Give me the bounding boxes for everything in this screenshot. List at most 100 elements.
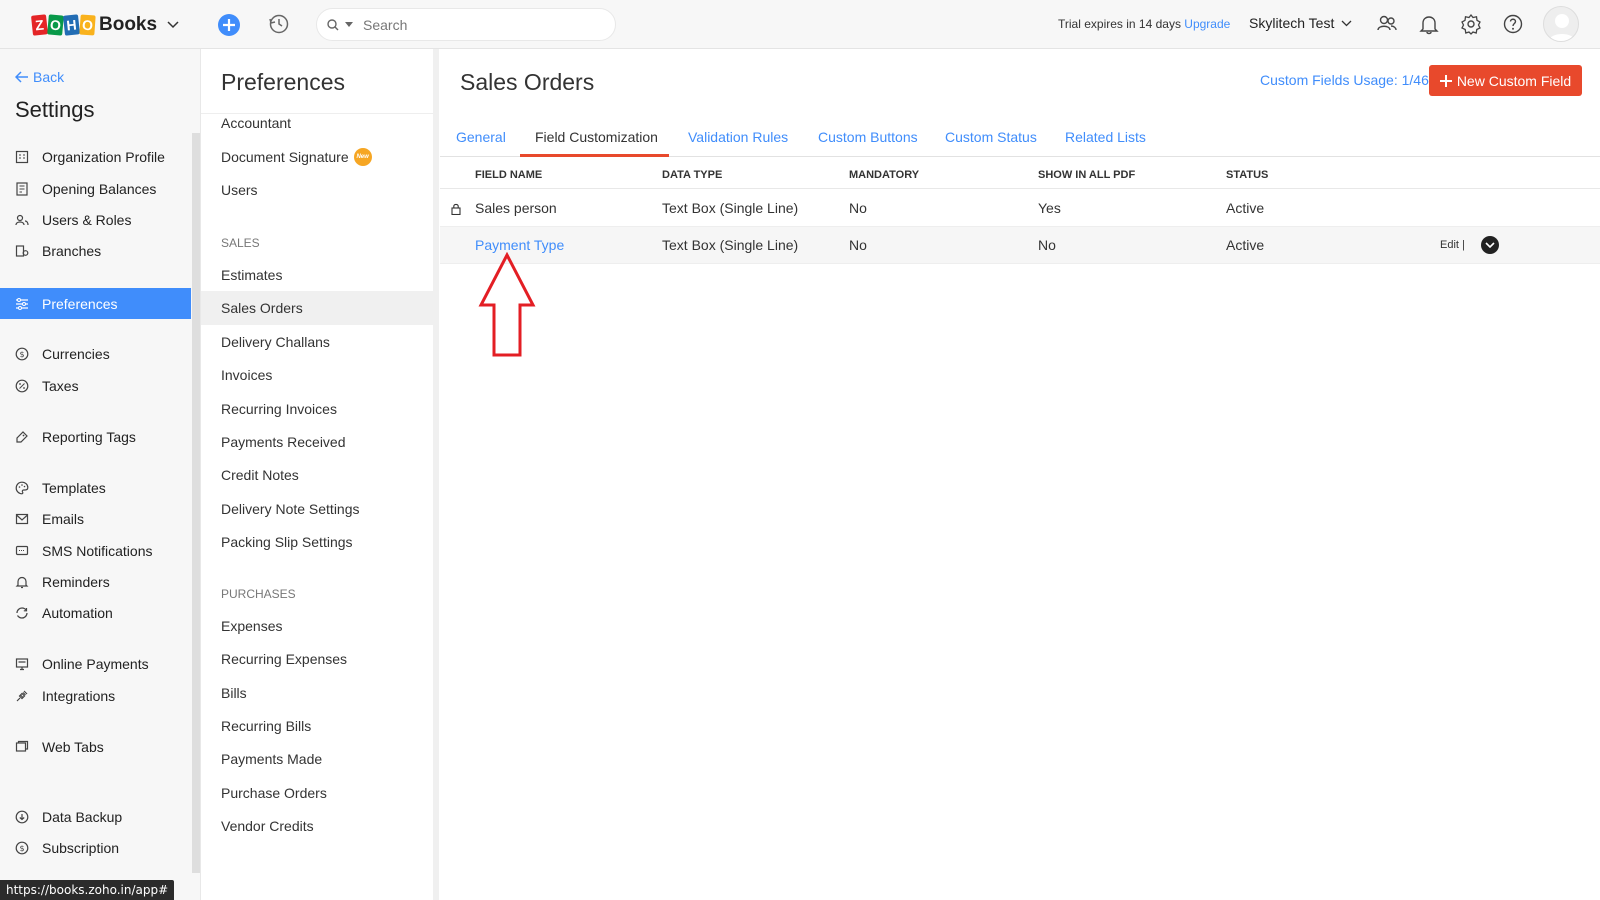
pref-item-document-signature[interactable]: Document Signature New — [201, 140, 433, 174]
pref-item-users[interactable]: Users — [201, 173, 433, 207]
sidebar-item-currencies[interactable]: $ Currencies — [0, 338, 191, 369]
sidebar-item-sms-notifications[interactable]: SMS Notifications — [0, 535, 191, 566]
lock-icon — [451, 203, 461, 215]
pref-item-label: Delivery Challans — [221, 334, 330, 350]
help-icon[interactable] — [1502, 13, 1524, 35]
chevron-down-icon[interactable] — [167, 21, 179, 29]
sidebar-item-reporting-tags[interactable]: Reporting Tags — [0, 421, 191, 452]
pref-item-recurring-expenses[interactable]: Recurring Expenses — [201, 642, 433, 676]
sidebar-item-organization-profile[interactable]: Organization Profile — [0, 141, 191, 172]
tab-custom-buttons[interactable]: Custom Buttons — [818, 129, 918, 145]
sidebar-item-data-backup[interactable]: Data Backup — [0, 801, 191, 832]
pref-item-purchase-orders[interactable]: Purchase Orders — [201, 776, 433, 810]
sidebar-item-automation[interactable]: Automation — [0, 597, 191, 628]
pref-item-recurring-invoices[interactable]: Recurring Invoices — [201, 392, 433, 426]
column-header-field-name[interactable]: FIELD NAME — [475, 169, 542, 181]
zoho-logo-mark: Z O H O — [30, 14, 96, 36]
chevron-down-icon — [1485, 242, 1495, 248]
column-header-mandatory[interactable]: MANDATORY — [849, 169, 919, 181]
pref-item-delivery-challans[interactable]: Delivery Challans — [201, 325, 433, 359]
sidebar-item-preferences[interactable]: Preferences — [0, 288, 191, 319]
pref-item-label: Payments Received — [221, 434, 346, 450]
cell-mandatory: No — [849, 200, 867, 216]
zoho-books-logo[interactable]: Z O H O Books — [30, 12, 179, 38]
row-actions-button[interactable] — [1481, 236, 1499, 254]
pref-item-recurring-bills[interactable]: Recurring Bills — [201, 709, 433, 743]
new-badge: New — [353, 148, 372, 166]
sidebar-item-subscription[interactable]: $ Subscription — [0, 832, 191, 863]
table-row[interactable]: Payment Type Text Box (Single Line) No N… — [440, 227, 1600, 264]
pref-item-bills[interactable]: Bills — [201, 676, 433, 710]
back-link[interactable]: Back — [15, 69, 64, 85]
gear-icon[interactable] — [1460, 13, 1482, 35]
trial-text: Trial expires in 14 days — [1058, 17, 1181, 31]
org-name: Skylitech Test — [1249, 15, 1335, 31]
sidebar-item-branches[interactable]: Branches — [0, 235, 191, 266]
preferences-scrollbar[interactable] — [433, 49, 439, 900]
sidebar-item-integrations[interactable]: Integrations — [0, 680, 191, 711]
active-tab-indicator — [520, 154, 669, 157]
sliders-icon — [14, 296, 30, 312]
sidebar-item-label: Templates — [42, 479, 106, 496]
sidebar-item-label: Data Backup — [42, 808, 123, 825]
upgrade-link[interactable]: Upgrade — [1184, 17, 1230, 31]
cell-show-in-pdf: No — [1038, 237, 1056, 253]
custom-fields-usage-link[interactable]: Custom Fields Usage: 1/46 — [1260, 72, 1429, 88]
plus-icon — [1439, 74, 1452, 87]
cell-field-name-link[interactable]: Payment Type — [475, 237, 564, 253]
tab-field-customization[interactable]: Field Customization — [535, 129, 658, 145]
organization-switcher[interactable]: Skylitech Test — [1249, 15, 1352, 31]
sidebar-item-users-roles[interactable]: Users & Roles — [0, 204, 191, 235]
search-filter-caret-icon[interactable] — [345, 22, 353, 27]
sidebar-scrollbar[interactable] — [192, 133, 200, 873]
plus-icon — [223, 19, 235, 31]
back-label: Back — [33, 69, 65, 85]
new-custom-field-label: New Custom Field — [1456, 72, 1572, 89]
tag-icon — [14, 429, 30, 445]
sidebar-item-taxes[interactable]: Taxes — [0, 370, 191, 401]
pref-item-expenses[interactable]: Expenses — [201, 609, 433, 643]
sidebar-item-online-payments[interactable]: Online Payments — [0, 648, 191, 679]
building-icon — [14, 149, 30, 165]
pref-item-delivery-note-settings[interactable]: Delivery Note Settings — [201, 492, 433, 526]
sidebar-item-web-tabs[interactable]: Web Tabs — [0, 731, 191, 762]
sidebar-item-emails[interactable]: Emails — [0, 503, 191, 534]
tab-custom-status[interactable]: Custom Status — [945, 129, 1037, 145]
new-custom-field-button[interactable]: New Custom Field — [1429, 65, 1582, 96]
table-row[interactable]: Sales person Text Box (Single Line) No Y… — [440, 190, 1600, 227]
search-box[interactable] — [316, 8, 616, 41]
pref-item-accountant[interactable]: Accountant — [201, 106, 433, 140]
tab-validation-rules[interactable]: Validation Rules — [688, 129, 788, 145]
pref-item-invoices[interactable]: Invoices — [201, 358, 433, 392]
column-header-status[interactable]: STATUS — [1226, 169, 1268, 181]
quick-create-button[interactable] — [218, 14, 240, 36]
pref-item-label: Vendor Credits — [221, 818, 314, 834]
pref-item-label: Document Signature — [221, 149, 349, 165]
sidebar-item-reminders[interactable]: Reminders — [0, 566, 191, 597]
tab-general[interactable]: General — [456, 129, 506, 145]
recent-history-button[interactable] — [268, 13, 290, 35]
pref-item-sales-orders[interactable]: Sales Orders — [201, 291, 433, 325]
avatar[interactable] — [1543, 6, 1579, 42]
sidebar-item-opening-balances[interactable]: Opening Balances — [0, 173, 191, 204]
bell-icon[interactable] — [1418, 13, 1440, 35]
column-header-show-in-all-pdf[interactable]: SHOW IN ALL PDF — [1038, 169, 1135, 181]
sms-icon — [14, 543, 30, 559]
pref-item-payments-made[interactable]: Payments Made — [201, 742, 433, 776]
users-switch-icon[interactable] — [1376, 13, 1398, 35]
sidebar-item-label: Organization Profile — [42, 148, 165, 165]
main-content: Sales Orders Custom Fields Usage: 1/46 N… — [440, 49, 1600, 900]
edit-link[interactable]: Edit | — [1440, 239, 1465, 251]
search-input[interactable] — [363, 16, 593, 33]
column-header-data-type[interactable]: DATA TYPE — [662, 169, 722, 181]
pref-item-payments-received[interactable]: Payments Received — [201, 425, 433, 459]
pref-item-estimates[interactable]: Estimates — [201, 258, 433, 292]
pref-item-label: Estimates — [221, 267, 283, 283]
pref-item-vendor-credits[interactable]: Vendor Credits — [201, 809, 433, 843]
sidebar-item-label: Reminders — [42, 573, 110, 590]
top-bar: Z O H O Books Trial expires in 14 days U… — [0, 0, 1600, 49]
pref-item-credit-notes[interactable]: Credit Notes — [201, 458, 433, 492]
sidebar-item-templates[interactable]: Templates — [0, 472, 191, 503]
pref-item-packing-slip-settings[interactable]: Packing Slip Settings — [201, 525, 433, 559]
tab-related-lists[interactable]: Related Lists — [1065, 129, 1146, 145]
